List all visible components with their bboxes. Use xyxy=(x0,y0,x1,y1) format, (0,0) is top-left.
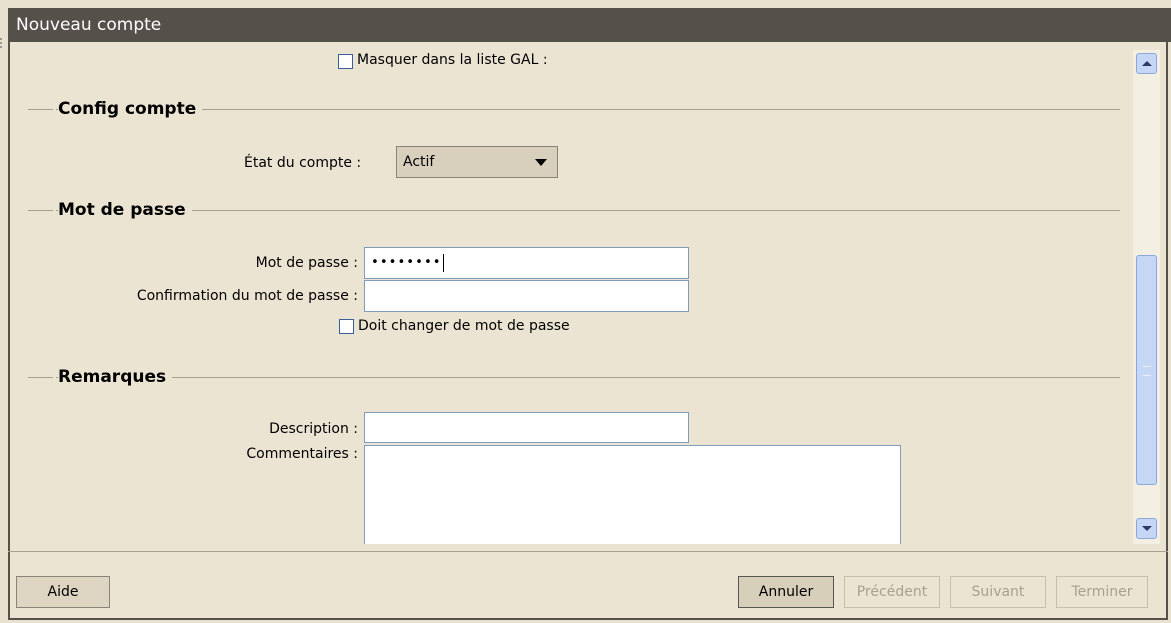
next-button[interactable]: Suivant xyxy=(950,576,1046,608)
section-divider xyxy=(56,377,1120,378)
scroll-down-button[interactable] xyxy=(1136,518,1157,539)
resize-grip xyxy=(0,38,4,48)
account-state-select[interactable]: Actif xyxy=(396,146,558,178)
section-divider xyxy=(56,109,1120,110)
password-value: •••••••• xyxy=(371,255,442,270)
footer-divider xyxy=(8,551,1168,552)
section-config: Config compte xyxy=(8,99,1120,119)
window-title-bar: Nouveau compte xyxy=(8,8,1171,42)
section-notes: Remarques xyxy=(8,367,1120,387)
comments-textarea[interactable] xyxy=(364,445,901,544)
account-state-label: État du compte : xyxy=(244,155,362,171)
scrollbar-thumb[interactable] xyxy=(1136,255,1157,485)
previous-button[interactable]: Précédent xyxy=(844,576,940,608)
chevron-down-icon xyxy=(535,159,547,166)
section-divider xyxy=(28,377,53,378)
password-label: Mot de passe : xyxy=(255,255,358,271)
comments-label: Commentaires : xyxy=(246,446,358,462)
password-confirm-field[interactable] xyxy=(364,280,689,312)
window-title: Nouveau compte xyxy=(16,15,162,35)
account-state-value: Actif xyxy=(403,154,435,170)
section-divider xyxy=(28,109,53,110)
help-button[interactable]: Aide xyxy=(16,576,110,608)
form-scroll-area: Masquer dans la liste GAL : Config compt… xyxy=(8,42,1133,544)
chevron-down-icon xyxy=(1142,526,1152,531)
chevron-up-icon xyxy=(1142,61,1152,66)
finish-button[interactable]: Terminer xyxy=(1056,576,1148,608)
password-confirm-label: Confirmation du mot de passe : xyxy=(136,288,358,304)
section-divider xyxy=(28,210,53,211)
section-notes-title: Remarques xyxy=(58,367,173,387)
section-config-title: Config compte xyxy=(58,99,203,119)
description-field[interactable] xyxy=(364,412,689,443)
section-divider xyxy=(56,210,1120,211)
password-field[interactable]: •••••••• xyxy=(364,247,689,279)
description-label: Description : xyxy=(269,421,358,437)
must-change-password-label: Doit changer de mot de passe xyxy=(358,318,570,334)
cancel-button[interactable]: Annuler xyxy=(738,576,834,608)
scroll-up-button[interactable] xyxy=(1136,53,1157,74)
hide-gal-label: Masquer dans la liste GAL : xyxy=(357,52,548,68)
hide-gal-checkbox[interactable] xyxy=(338,54,353,69)
section-password-title: Mot de passe xyxy=(58,200,192,220)
must-change-password-checkbox[interactable] xyxy=(339,319,354,334)
vertical-scrollbar[interactable] xyxy=(1133,50,1160,544)
grip-icon xyxy=(1143,366,1151,376)
section-password: Mot de passe xyxy=(8,200,1120,220)
text-caret xyxy=(442,253,444,272)
